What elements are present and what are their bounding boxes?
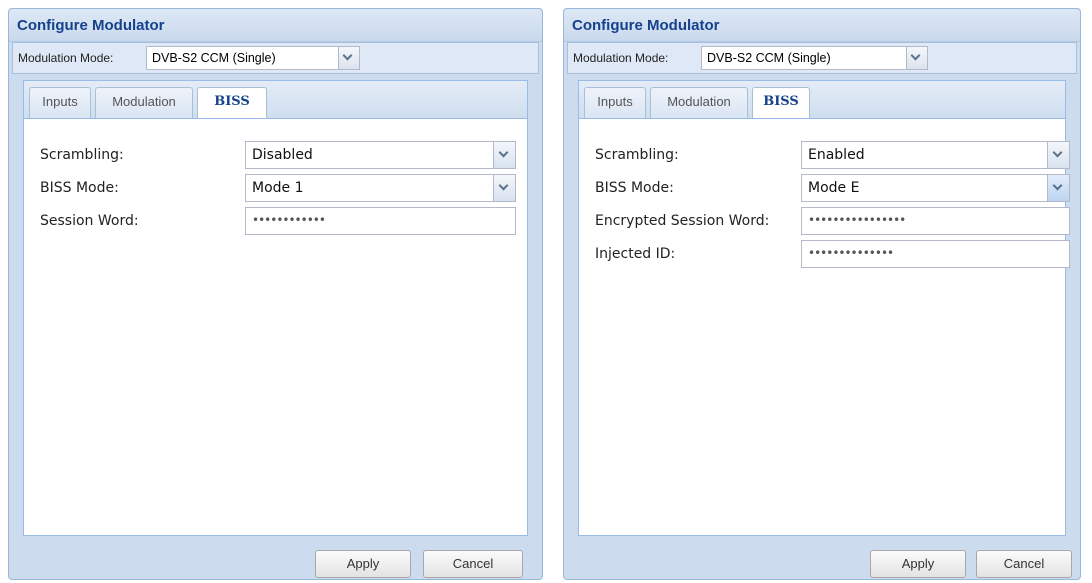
biss-mode-select[interactable]: Mode 1 (245, 174, 516, 202)
biss-tab-panel: Scrambling: Enabled BISS Mode: Mode E En… (578, 118, 1070, 536)
configure-modulator-dialog-left: Configure Modulator Modulation Mode: DVB… (8, 8, 543, 580)
injected-id-label: Injected ID: (595, 246, 676, 262)
modulation-mode-label: Modulation Mode: (573, 51, 669, 65)
modulation-mode-row: Modulation Mode: DVB-S2 CCM (Single) (12, 42, 539, 74)
scrambling-dropdown-trigger[interactable] (1047, 142, 1069, 168)
modulation-mode-select[interactable]: DVB-S2 CCM (Single) (701, 46, 928, 70)
modulation-mode-label: Modulation Mode: (18, 51, 114, 65)
dialog-title: Configure Modulator (572, 17, 720, 34)
biss-mode-label: BISS Mode: (595, 180, 674, 196)
apply-button[interactable]: Apply (315, 550, 411, 578)
session-word-label: Session Word: (40, 213, 139, 229)
configure-modulator-dialog-right: Configure Modulator Modulation Mode: DVB… (563, 8, 1081, 580)
session-word-input[interactable]: •••••••••••• (245, 207, 516, 235)
tab-strip: Inputs Modulation BISS (578, 80, 1066, 120)
tab-modulation[interactable]: Modulation (650, 87, 748, 119)
biss-mode-label: BISS Mode: (40, 180, 119, 196)
dialog-title-bar[interactable]: Configure Modulator (564, 9, 1080, 42)
modulation-mode-value: DVB-S2 CCM (Single) (707, 51, 831, 65)
dialog-title: Configure Modulator (17, 17, 165, 34)
biss-mode-row: BISS Mode: Mode 1 (24, 174, 527, 204)
biss-mode-dropdown-trigger[interactable] (1047, 175, 1069, 201)
scrambling-value: Enabled (808, 147, 865, 163)
modulation-mode-value: DVB-S2 CCM (Single) (152, 51, 276, 65)
scrambling-label: Scrambling: (40, 147, 124, 163)
chevron-down-icon (498, 147, 509, 158)
chevron-down-icon (1052, 180, 1063, 191)
scrambling-value: Disabled (252, 147, 313, 163)
chevron-down-icon (1052, 147, 1063, 158)
chevron-down-icon (910, 50, 921, 61)
biss-mode-value: Mode 1 (252, 180, 304, 196)
biss-tab-panel: Scrambling: Disabled BISS Mode: Mode 1 S… (23, 118, 528, 536)
biss-mode-select[interactable]: Mode E (801, 174, 1070, 202)
injected-id-value: •••••••••••••• (808, 246, 894, 260)
scrambling-row: Scrambling: Enabled (579, 141, 1070, 171)
cancel-button[interactable]: Cancel (423, 550, 523, 578)
tab-strip: Inputs Modulation BISS (23, 80, 528, 120)
apply-button[interactable]: Apply (870, 550, 966, 578)
tab-biss[interactable]: BISS (197, 87, 267, 120)
scrambling-label: Scrambling: (595, 147, 679, 163)
tab-biss[interactable]: BISS (752, 87, 810, 120)
chevron-down-icon (498, 180, 509, 191)
modulation-mode-select[interactable]: DVB-S2 CCM (Single) (146, 46, 360, 70)
injected-id-row: Injected ID: •••••••••••••• (579, 240, 1070, 270)
biss-mode-value: Mode E (808, 180, 860, 196)
dialog-title-bar[interactable]: Configure Modulator (9, 9, 542, 42)
biss-mode-row: BISS Mode: Mode E (579, 174, 1070, 204)
scrambling-select[interactable]: Enabled (801, 141, 1070, 169)
scrambling-row: Scrambling: Disabled (24, 141, 527, 171)
injected-id-input[interactable]: •••••••••••••• (801, 240, 1070, 268)
encrypted-session-word-label: Encrypted Session Word: (595, 213, 770, 229)
chevron-down-icon (342, 50, 353, 61)
cancel-button[interactable]: Cancel (976, 550, 1072, 578)
tab-inputs[interactable]: Inputs (584, 87, 646, 119)
modulation-mode-dropdown-trigger[interactable] (906, 47, 927, 69)
tab-modulation[interactable]: Modulation (95, 87, 193, 119)
modulation-mode-row: Modulation Mode: DVB-S2 CCM (Single) (567, 42, 1077, 74)
session-word-value: •••••••••••• (252, 213, 326, 227)
encrypted-session-word-row: Encrypted Session Word: •••••••••••••••• (579, 207, 1070, 237)
modulation-mode-dropdown-trigger[interactable] (338, 47, 359, 69)
tab-inputs[interactable]: Inputs (29, 87, 91, 119)
biss-mode-dropdown-trigger[interactable] (493, 175, 515, 201)
session-word-row: Session Word: •••••••••••• (24, 207, 527, 237)
scrambling-dropdown-trigger[interactable] (493, 142, 515, 168)
scrambling-select[interactable]: Disabled (245, 141, 516, 169)
encrypted-session-word-value: •••••••••••••••• (808, 213, 906, 227)
encrypted-session-word-input[interactable]: •••••••••••••••• (801, 207, 1070, 235)
